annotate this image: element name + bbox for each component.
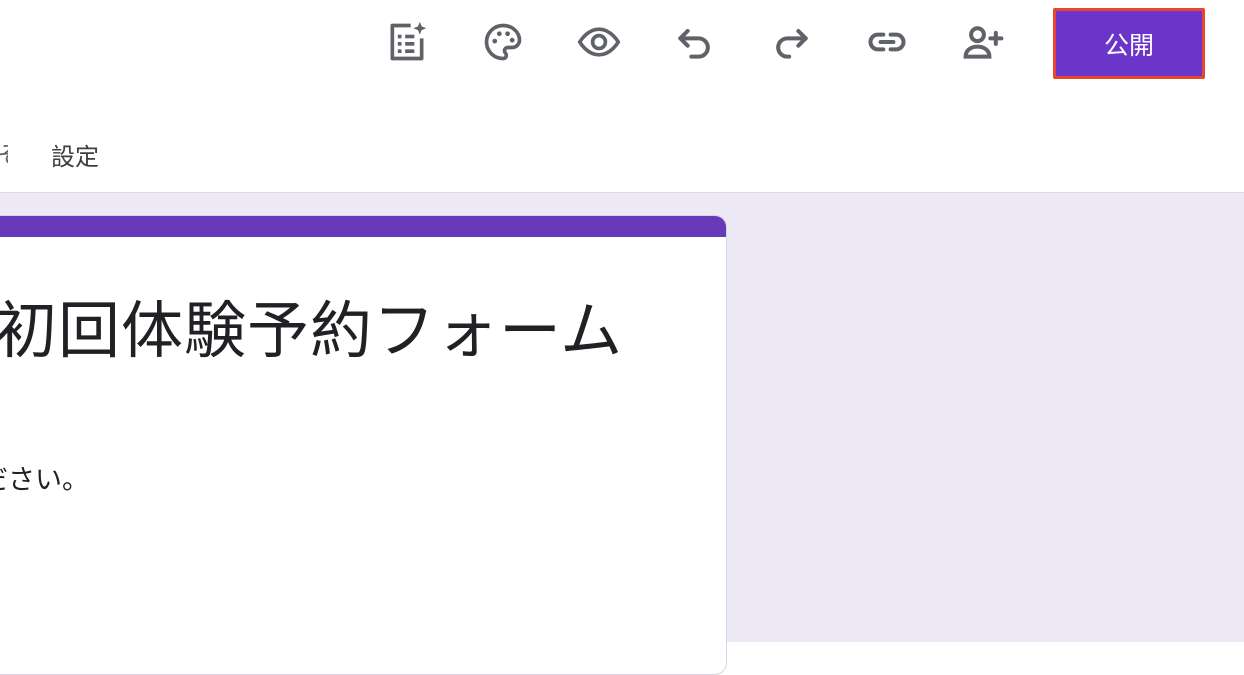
form-description-line-2[interactable]: 。 — [0, 528, 8, 567]
form-title[interactable]: 初回体験予約フォーム — [0, 280, 623, 370]
form-description-line-1[interactable]: ださい。 — [0, 458, 89, 497]
top-toolbar: 公開 — [0, 0, 1244, 95]
card-accent-bar — [0, 216, 726, 237]
eye-icon[interactable] — [573, 16, 625, 68]
redo-icon[interactable] — [765, 16, 817, 68]
add-person-icon[interactable] — [957, 16, 1009, 68]
publish-button[interactable]: 公開 — [1053, 8, 1205, 79]
link-icon[interactable] — [861, 16, 913, 68]
form-header-card[interactable]: 初回体験予約フォーム ださい。 。 — [0, 215, 727, 675]
tab-bar: ぞ 設定 — [0, 95, 1244, 193]
form-canvas: 初回体験予約フォーム ださい。 。 — [0, 193, 1244, 675]
tab-responses-partial[interactable]: ぞ — [0, 135, 8, 170]
undo-icon[interactable] — [669, 16, 721, 68]
form-ai-icon[interactable] — [381, 16, 433, 68]
tab-settings[interactable]: 設定 — [51, 137, 99, 172]
publish-button-label: 公開 — [1103, 30, 1154, 60]
palette-icon[interactable] — [477, 16, 529, 68]
